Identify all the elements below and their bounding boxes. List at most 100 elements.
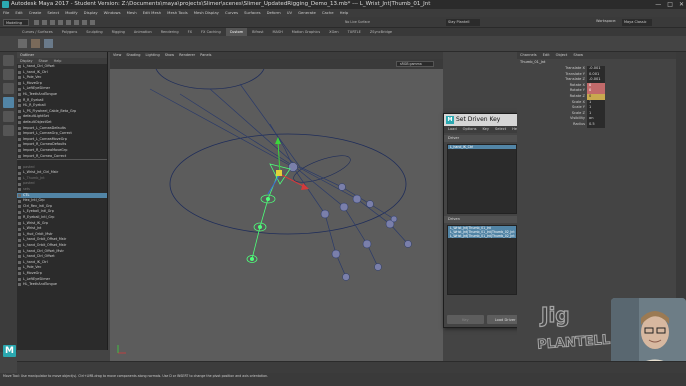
menu-curves[interactable]: Curves [225,9,238,17]
viewport-menu-panels[interactable]: Panels [200,52,211,59]
channel-menu-show[interactable]: Show [573,52,583,59]
sdk-menu-options[interactable]: Options [463,126,477,133]
shelf-tab-rendering[interactable]: Rendering [157,28,183,36]
menu-edit-mesh[interactable]: Edit Mesh [143,9,162,17]
transform-icon [18,210,21,214]
select-tool-icon[interactable] [3,55,14,66]
viewport-menu-renderer[interactable]: Renderer [179,52,195,59]
status-line: Modeling No Live Surface Slay Plantell W… [0,17,686,28]
menu-uv[interactable]: UV [287,9,292,17]
channel-box-object[interactable]: Thumb_01_Jnt [517,59,686,66]
driver-object-list[interactable]: L_hand_IK_Ctrl [447,144,517,214]
shelf-tab-sculpting[interactable]: Sculpting [82,28,106,36]
menu-deform[interactable]: Deform [267,9,281,17]
menu-windows[interactable]: Windows [104,9,121,17]
key-button[interactable]: Key [447,315,484,324]
rotate-tool-icon[interactable] [3,111,14,122]
shelf-tab-rigging[interactable]: Rigging [108,28,129,36]
transform-icon [18,199,21,203]
minimize-button[interactable]: — [655,0,661,9]
viewport-menu-lighting[interactable]: Lighting [146,52,160,59]
svg-text:PLANTELL: PLANTELL [537,333,611,353]
menu-modify[interactable]: Modify [65,9,78,17]
workspace-dropdown[interactable]: Maya Classic [622,19,652,26]
channel-menu-object[interactable]: Object [556,52,568,59]
shelf-tab-custom[interactable]: Custom [225,28,248,36]
sdk-menu-key[interactable]: Key [483,126,490,133]
finger-joints [288,162,412,281]
shelf-tab-animation[interactable]: Animation [130,28,156,36]
menu-cache[interactable]: Cache [322,9,334,17]
transform-icon [18,149,21,153]
sdk-menu-load[interactable]: Load [448,126,457,133]
outliner-panel: Outliner Display Show Help L_hand_Ctrl_Off… [17,52,108,350]
hand-ik-control-curve [169,133,407,235]
window-title: Autodesk Maya 2017 - Student Version: Z:… [11,1,431,7]
channel-name[interactable]: Radius [517,122,587,128]
menu-display[interactable]: Display [84,9,98,17]
menu-surfaces[interactable]: Surfaces [244,9,260,17]
transform-icon [18,132,21,136]
transform-icon [18,188,21,192]
viewport-panel[interactable]: View Shading Lighting Show Renderer Panels sR… [110,52,443,361]
menu-file[interactable]: File [3,9,9,17]
shelf-tab-polygons[interactable]: Polygons [58,28,82,36]
transform-icon [18,272,21,276]
menu-mesh-tools[interactable]: Mesh Tools [167,9,188,17]
scale-tool-icon[interactable] [3,125,14,136]
shelf-tab-turtle[interactable]: TURTLE [344,28,365,36]
transform-icon [18,227,21,231]
sdk-menu-select[interactable]: Select [495,126,506,133]
wrist-control-curve [155,69,265,90]
close-button[interactable]: ✕ [679,0,684,9]
shelf-tab-fx[interactable]: FX [184,28,196,36]
channel-box-menu: Channels Edit Object Show [517,52,686,59]
channel-value[interactable]: 0.5 [587,121,605,128]
driven-object-list[interactable]: L_Wrist_Jnt|Thumb_01_Jnt L_Wrist_Jnt|Thum… [447,225,517,295]
transform-icon [18,70,21,74]
channel-menu-channels[interactable]: Channels [520,52,537,59]
channel-menu-edit[interactable]: Edit [543,52,550,59]
transform-icon [18,261,21,265]
channel-row-radius[interactable]: Radius 0.5 [517,121,686,128]
menu-mesh[interactable]: Mesh [127,9,137,17]
transform-icon [18,65,21,69]
time-slider[interactable] [17,361,686,373]
maximize-button[interactable]: □ [667,0,673,9]
viewport-menu-show[interactable]: Show [165,52,174,59]
outliner-item[interactable]: HL_TeethAndTongue [17,282,107,288]
menu-set-dropdown[interactable]: Modeling [3,19,29,26]
menu-help[interactable]: Help [340,9,349,17]
viewport-scene[interactable] [110,69,443,361]
thumb-joint-chain [246,163,291,263]
transform-icon [18,244,21,248]
menu-edit[interactable]: Edit [15,9,22,17]
shelf-tab-curves-surfaces[interactable]: Curves / Surfaces [18,28,57,36]
shelf-tab-bifrost[interactable]: Bifrost [248,28,267,36]
viewport-menu-shading[interactable]: Shading [126,52,140,59]
menu-create[interactable]: Create [29,9,42,17]
shelf-tab-zsyncbridge[interactable]: ZSyncBridge [366,28,396,36]
shelf-tab-mash[interactable]: MASH [268,28,286,36]
shelf-icons [18,39,53,48]
transform-icon [18,165,21,169]
move-tool-icon[interactable] [3,97,14,108]
driver-object-item[interactable]: L_hand_IK_Ctrl [448,145,516,150]
thumb-joints [250,197,270,261]
maya-app-icon [2,1,9,8]
lasso-tool-icon[interactable] [3,69,14,80]
shelf-tab-motion-graphics[interactable]: Motion Graphics [288,28,324,36]
menu-mesh-display[interactable]: Mesh Display [194,9,219,17]
viewport-menu-view[interactable]: View [113,52,121,59]
menu-select[interactable]: Select [47,9,59,17]
live-surface-label[interactable]: No Live Surface [345,20,370,24]
paint-select-icon[interactable] [3,83,14,94]
shelf-tab-fx-caching[interactable]: FX Caching [197,28,225,36]
color-management-dropdown[interactable]: sRGB gamma [396,61,434,67]
transform-icon [18,93,21,97]
sign-in-button[interactable]: Slay Plantell [446,19,480,26]
shelf-tab-xgen[interactable]: XGen [325,28,342,36]
driven-object-item[interactable]: L_Wrist_Jnt|Thumb_01_Jnt|Thumb_02_Jnt [448,234,516,239]
menu-generate[interactable]: Generate [298,9,316,17]
transform-icon [18,110,21,114]
